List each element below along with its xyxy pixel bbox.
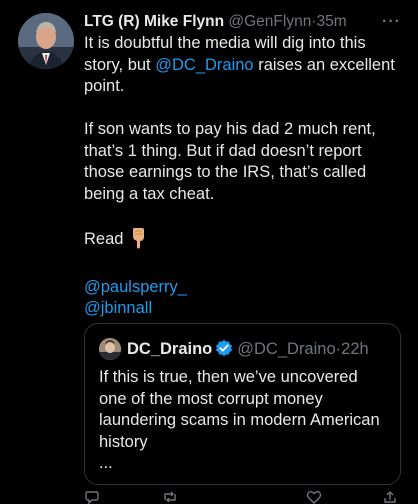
quote-display-name[interactable]: DC_Draino — [127, 340, 212, 358]
handle[interactable]: @GenFlynn — [228, 13, 311, 30]
body-line: those earnings to the IRS, that’s called — [84, 163, 367, 181]
timestamp[interactable]: 35m — [317, 13, 347, 30]
body-text: story, but — [84, 55, 156, 74]
mention-link[interactable]: @paulsperry_ — [84, 277, 409, 299]
pointing-down-hand-icon — [129, 227, 149, 256]
body-text: raises an excellent — [253, 55, 395, 74]
display-name[interactable]: LTG (R) Mike Flynn — [84, 13, 224, 30]
tweet-header: LTG (R) Mike Flynn @GenFlynn·35m — [84, 12, 414, 32]
like-icon[interactable] — [306, 490, 322, 504]
avatar[interactable] — [99, 338, 121, 360]
avatar[interactable] — [18, 13, 74, 69]
quote-avatar-photo — [99, 338, 121, 360]
quote-body-line: If this is true, then we’ve uncovered — [99, 368, 358, 386]
mention-link[interactable]: @jbinnall — [84, 298, 409, 320]
reply-icon[interactable] — [84, 490, 100, 504]
action-bar — [84, 490, 404, 504]
body-line: that’s 1 thing. But if dad doesn’t repor… — [84, 141, 362, 160]
verified-badge-icon — [215, 339, 233, 362]
body-line: It is doubtful the media will dig into t… — [84, 34, 366, 52]
quote-header: DC_Draino @DC_Draino·22h — [127, 339, 392, 362]
quote-timestamp[interactable]: 22h — [341, 340, 369, 358]
quote-body: If this is true, then we’ve uncovered on… — [99, 367, 394, 475]
quoted-tweet[interactable]: DC_Draino @DC_Draino·22h If this is true,… — [84, 323, 401, 485]
tweet: LTG (R) Mike Flynn @GenFlynn·35m ··· It … — [0, 0, 418, 504]
quote-handle[interactable]: @DC_Draino — [237, 340, 335, 358]
retweet-icon[interactable] — [162, 490, 178, 504]
mention-link[interactable]: @DC_Draino — [155, 56, 253, 74]
quote-body-line: laundering scams in modern American — [99, 411, 380, 429]
share-icon[interactable] — [382, 490, 398, 504]
quote-body-line: ... — [99, 454, 113, 472]
quote-body-line: one of the most corrupt money — [99, 389, 323, 408]
body-line: story, but @DC_Draino raises an excellen… — [84, 55, 409, 77]
quote-body-line: history — [99, 432, 148, 451]
more-options-icon[interactable]: ··· — [382, 13, 401, 31]
read-text: Read — [84, 229, 124, 248]
avatar-photo — [18, 13, 74, 69]
tweet-body: It is doubtful the media will dig into t… — [84, 33, 409, 320]
body-line: point. — [84, 77, 125, 95]
read-line: Read — [84, 227, 409, 256]
body-line: If son wants to pay his dad 2 much rent, — [84, 120, 376, 138]
body-line: being a tax cheat. — [84, 184, 215, 203]
